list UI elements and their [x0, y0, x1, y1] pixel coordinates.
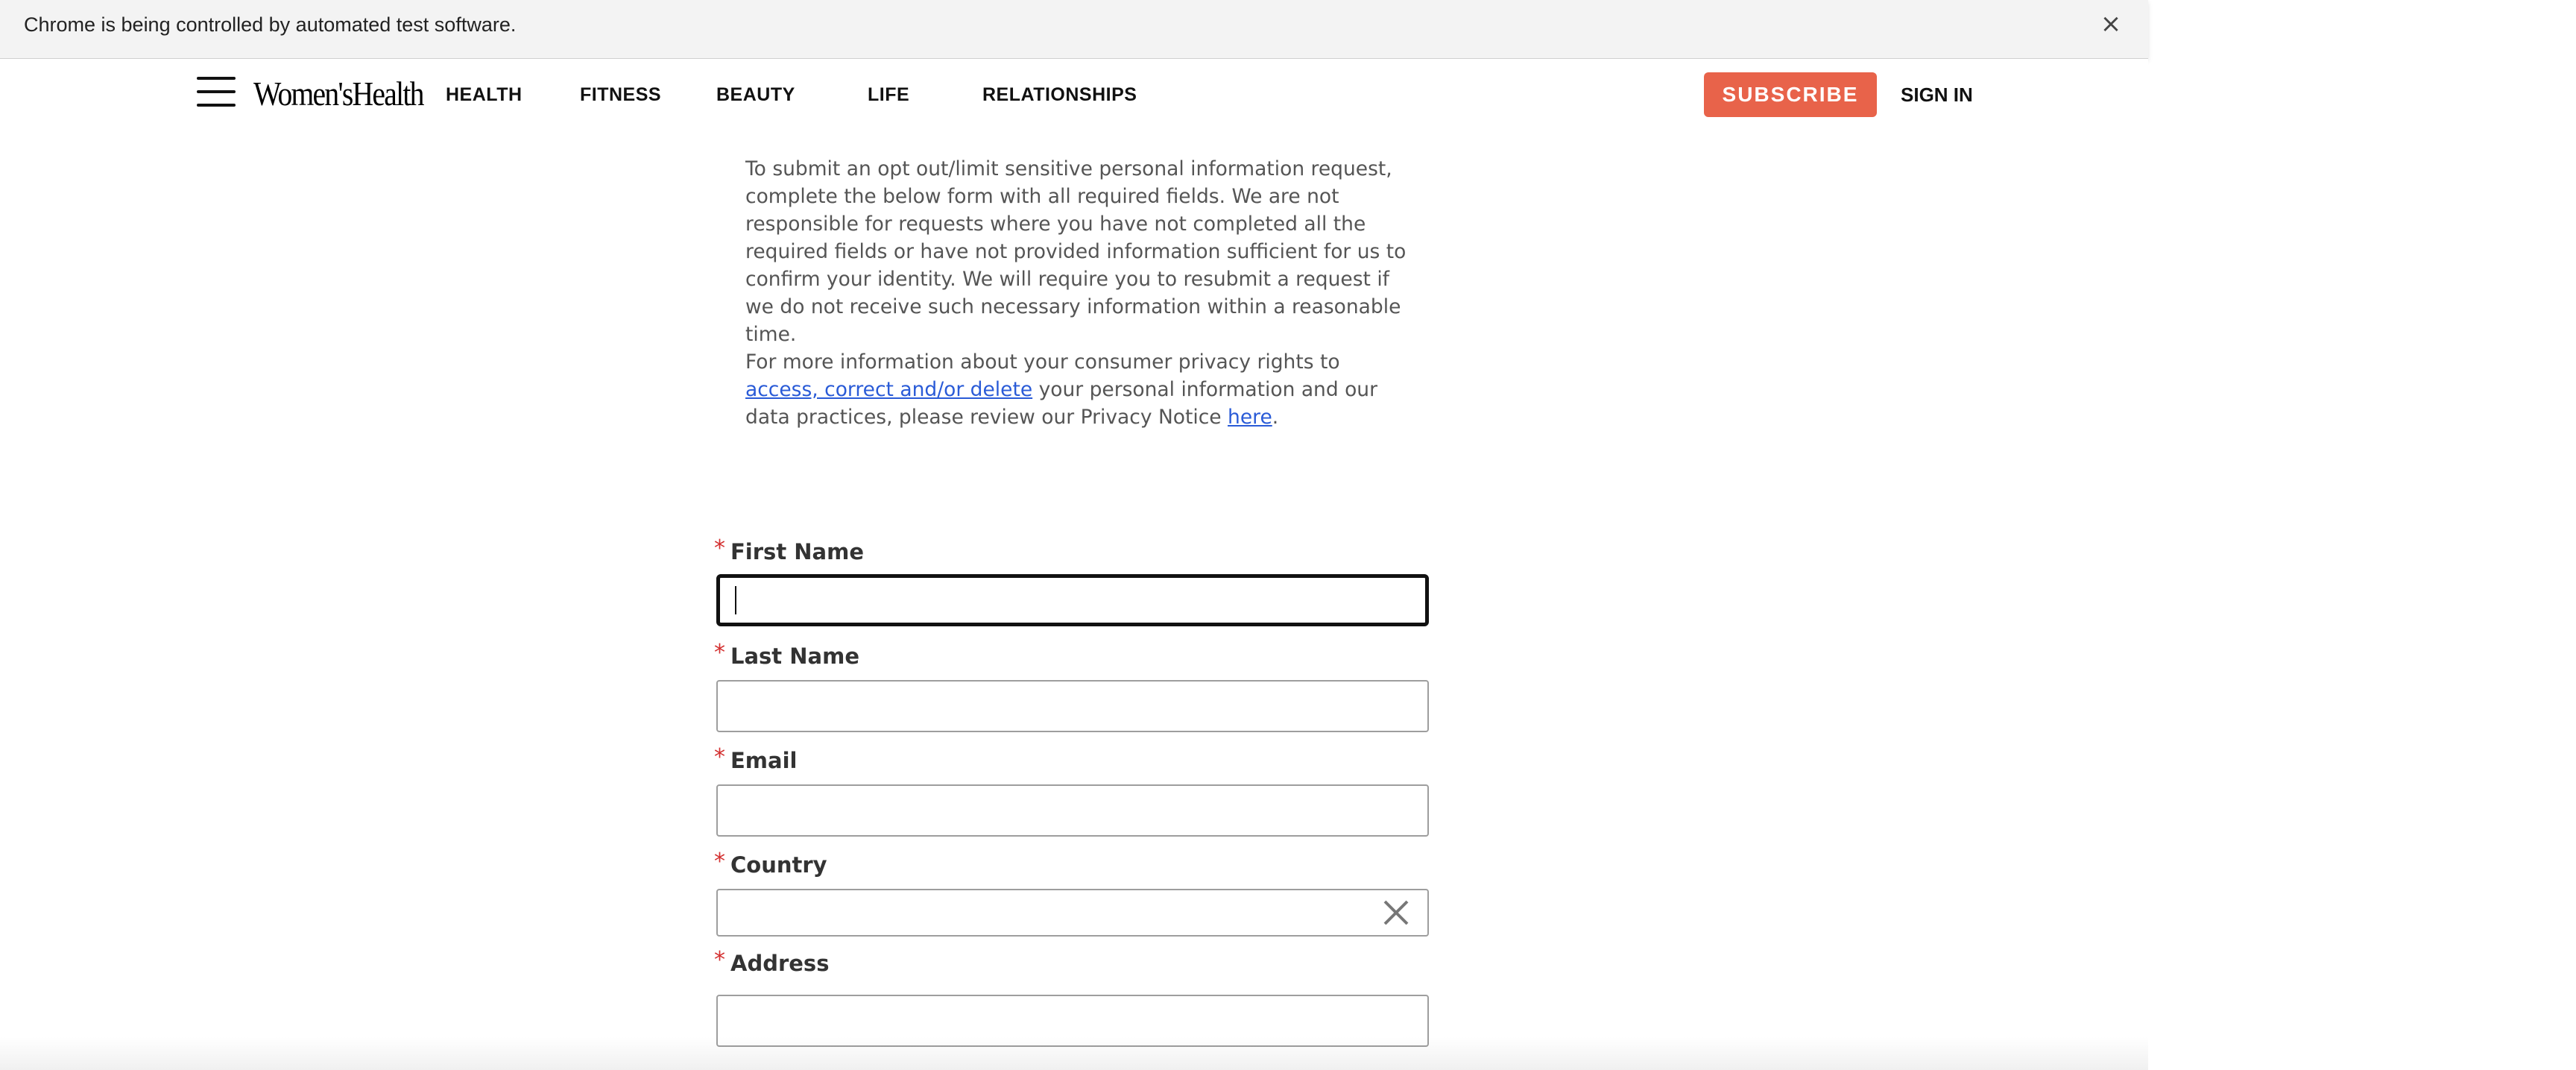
hamburger-menu-icon[interactable] [197, 75, 236, 108]
nav-item-life[interactable]: LIFE [868, 84, 909, 106]
required-marker: * [714, 744, 725, 770]
subscribe-button[interactable]: SUBSCRIBE [1704, 72, 1877, 117]
first-name-input[interactable] [716, 574, 1429, 626]
email-input[interactable] [716, 784, 1429, 837]
last-name-label: Last Name [730, 643, 859, 669]
close-icon[interactable]: × [2097, 10, 2124, 37]
nav-item-beauty[interactable]: BEAUTY [716, 84, 795, 106]
required-marker: * [714, 535, 725, 561]
privacy-rights-paragraph: For more information about your consumer… [745, 348, 1416, 431]
privacy-notice-here-link[interactable]: here [1228, 406, 1272, 429]
email-label: Email [730, 748, 798, 773]
privacy-text-end: . [1272, 406, 1279, 429]
required-marker: * [714, 640, 725, 666]
country-select[interactable] [716, 889, 1429, 937]
text-caret [735, 586, 736, 614]
sign-in-link[interactable]: SIGN IN [1901, 84, 1973, 107]
infobar-message: Chrome is being controlled by automated … [24, 13, 517, 36]
access-correct-delete-link[interactable]: access, correct and/or delete [745, 378, 1032, 401]
first-name-label: First Name [730, 539, 864, 564]
privacy-text-start: For more information about your consumer… [745, 350, 1340, 374]
site-header: Women'sHealth HEALTH FITNESS BEAUTY LIFE… [0, 59, 2148, 130]
bottom-shade [0, 1036, 2148, 1070]
required-marker: * [714, 947, 725, 973]
country-label: Country [730, 852, 827, 878]
address-label: Address [730, 951, 830, 976]
automation-infobar: Chrome is being controlled by automated … [0, 0, 2148, 59]
site-logo[interactable]: Women'sHealth [253, 74, 424, 113]
nav-item-relationships[interactable]: RELATIONSHIPS [982, 84, 1137, 106]
nav-item-health[interactable]: HEALTH [446, 84, 523, 106]
clear-icon[interactable] [1380, 897, 1412, 928]
nav-item-fitness[interactable]: FITNESS [580, 84, 661, 106]
required-marker: * [714, 849, 725, 875]
opt-out-instructions: To submit an opt out/limit sensitive per… [745, 157, 1407, 346]
last-name-input[interactable] [716, 680, 1429, 732]
